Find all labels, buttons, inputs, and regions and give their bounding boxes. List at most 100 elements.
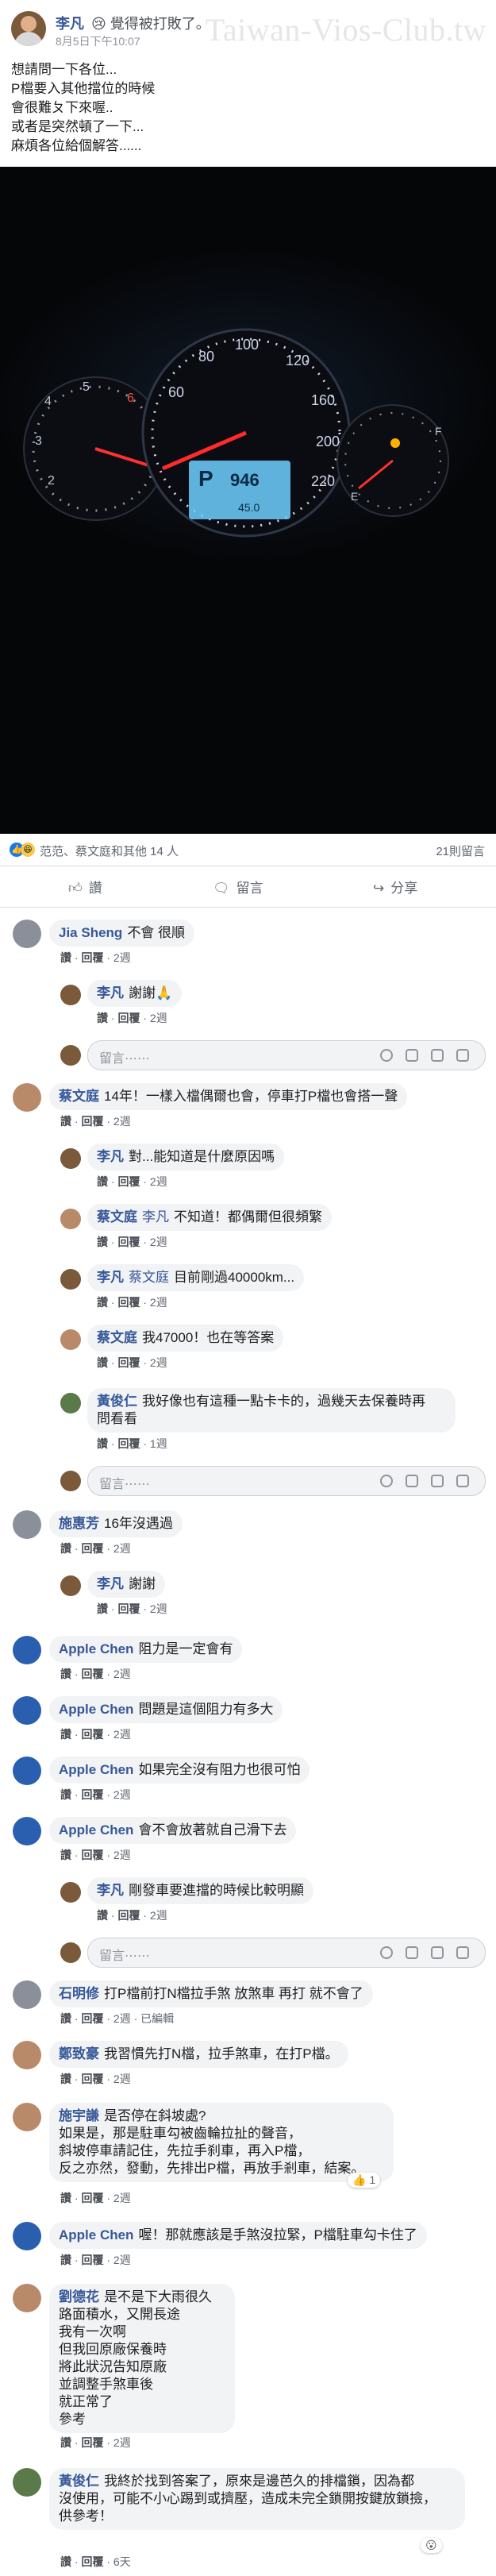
like-link[interactable]: 讚	[60, 951, 71, 964]
comment-bubble: Jia Sheng 不會 很順	[49, 920, 195, 947]
reply-input[interactable]: 留言⋯⋯	[87, 1466, 486, 1496]
gif-icon[interactable]	[431, 1475, 444, 1487]
comment-actions: 讚 · 回覆 · 2週	[97, 1602, 167, 1615]
avatar[interactable]	[13, 2041, 41, 2069]
comment-reactions[interactable]: 👍 1	[348, 2173, 381, 2188]
svg-text:5: 5	[83, 380, 90, 394]
comment-actions: 讚 · 回覆 · 2週	[60, 2073, 131, 2085]
camera-icon[interactable]	[406, 1049, 418, 1062]
comment-actions: 讚 · 回覆 · 2週	[60, 1788, 131, 1801]
like-button[interactable]: 👍︎ 讚	[68, 877, 102, 897]
avatar[interactable]	[60, 1148, 81, 1169]
avatar[interactable]	[60, 1575, 81, 1596]
reply-input[interactable]: 留言⋯⋯	[87, 1040, 486, 1070]
comment-actions: 讚 · 回覆 · 2週	[60, 951, 131, 964]
thumbs-up-icon: 👍︎	[68, 881, 83, 896]
comment-bubble: 蔡文庭 14年！一樣入檔偶爾也會，停車打P檔也會搭一聲	[49, 1083, 408, 1110]
post-date[interactable]: 8月5日下午10:07	[56, 33, 140, 49]
emoji-icon[interactable]	[380, 1475, 393, 1487]
share-button[interactable]: ↪︎ 分享	[373, 877, 417, 897]
emoji-icon[interactable]	[380, 1049, 393, 1062]
svg-text:P: P	[198, 466, 213, 491]
comment-bubble: 鄭致豪 我習慣先打N檔，拉手煞車，在打P檔。	[49, 2041, 348, 2068]
edited-label[interactable]: 已編輯	[140, 2012, 174, 2025]
avatar[interactable]	[13, 1757, 41, 1785]
comment-actions: 讚 · 回覆 · 2週	[97, 1356, 167, 1369]
comment-bubble: 石明修 打P檔前打N檔拉手煞 放煞車 再打 就不會了	[49, 1980, 373, 2007]
comment-actions: 讚 · 回覆 · 2週	[60, 1542, 131, 1555]
avatar[interactable]	[60, 1942, 81, 1963]
comment-bubble: Apple Chen 阻力是一定會有	[49, 1636, 243, 1663]
camera-icon[interactable]	[406, 1475, 418, 1487]
post-photo[interactable]: 4 5 6 3 2 60 80 100 120 160 200 220 P 94…	[0, 167, 496, 834]
svg-text:E: E	[351, 490, 358, 503]
divider	[0, 907, 496, 908]
avatar[interactable]	[60, 1393, 81, 1413]
comment-bubble: Apple Chen 問題是這個阻力有多大	[49, 1696, 283, 1723]
svg-text:220: 220	[311, 473, 335, 489]
camera-icon[interactable]	[406, 1946, 418, 1959]
svg-text:100: 100	[235, 337, 259, 353]
svg-text:80: 80	[198, 349, 214, 364]
reply-bubble: 蔡文庭 李凡 不知道！都偶爾但很頻繁	[87, 1204, 332, 1231]
comment-bubble: 黃俊仁 我終於找到答案了，原來是邊芭久的排檔鎖，因為都 沒使用，可能不小心踢到或擠…	[49, 2468, 465, 2530]
avatar[interactable]	[13, 2103, 41, 2131]
avatar[interactable]	[13, 1696, 41, 1725]
avatar[interactable]	[60, 1269, 81, 1290]
reply-bubble: 李凡 蔡文庭 目前剛過40000km...	[87, 1264, 305, 1291]
svg-text:946: 946	[230, 470, 260, 490]
avatar[interactable]	[13, 2222, 41, 2250]
reply-bubble: 李凡 對...能知道是什麼原因嗎	[87, 1143, 285, 1170]
comment-actions: 讚 · 回覆 · 2週	[97, 1296, 167, 1309]
comment-actions: 讚 · 回覆 · 2週	[60, 2436, 131, 2449]
avatar[interactable]	[13, 2468, 41, 2497]
reply-link[interactable]: 回覆	[81, 951, 103, 964]
comment-actions: 讚 · 回覆 · 6天	[60, 2555, 131, 2568]
author-avatar[interactable]	[11, 11, 46, 46]
avatar[interactable]	[13, 1817, 41, 1845]
emoji-icon[interactable]	[380, 1946, 393, 1959]
avatar[interactable]	[60, 1471, 81, 1491]
comment-actions: 讚 · 回覆 · 2週	[60, 1115, 131, 1128]
avatar[interactable]	[60, 1209, 81, 1229]
speech-bubble-icon: 🗨︎	[213, 881, 230, 896]
avatar[interactable]	[13, 2284, 41, 2312]
comment-bubble: Apple Chen 如果完全沒有阻力也很可怕	[49, 1757, 310, 1784]
reply-bubble: 李凡 謝謝🙏	[87, 980, 183, 1007]
comment-bubble: 施宇謙 是否停在斜坡處? 如果是，那是駐車勾被齒輪拉扯的聲音， 斜坡停車請記住，先…	[49, 2103, 394, 2182]
sticker-icon[interactable]	[456, 1946, 469, 1959]
reply-bubble: 李凡 剛發車要進擋的時候比較明顯	[87, 1877, 313, 1904]
sticker-icon[interactable]	[456, 1475, 469, 1487]
gif-icon[interactable]	[431, 1946, 444, 1959]
comment-actions: 讚 · 回覆 · 2週	[60, 1668, 131, 1680]
comment-reactions[interactable]: 😮	[421, 2538, 442, 2553]
comment-count[interactable]: 21則留言	[436, 843, 485, 859]
comment-actions: 讚 · 回覆 · 2週	[97, 1012, 167, 1024]
avatar[interactable]	[60, 1045, 81, 1066]
svg-text:160: 160	[311, 392, 335, 408]
comment-actions: 讚 · 回覆 · 2週	[60, 1849, 131, 1861]
avatar[interactable]	[13, 1083, 41, 1112]
post-header: 李凡 😢 覺得被打敗了。 8月5日下午10:07 Taiwan-Vios-Clu…	[0, 0, 496, 167]
sticker-icon[interactable]	[456, 1049, 469, 1062]
svg-text:200: 200	[316, 434, 340, 449]
svg-text:60: 60	[168, 384, 184, 400]
avatar[interactable]	[60, 1329, 81, 1350]
comment-actions: 讚 · 回覆 · 2週	[97, 1175, 167, 1188]
avatar[interactable]	[13, 920, 41, 948]
post-author-name[interactable]: 李凡	[56, 16, 84, 32]
comment-bubble: Apple Chen 會不會放著就自己滑下去	[49, 1817, 297, 1844]
svg-text:45.0: 45.0	[238, 501, 260, 514]
avatar[interactable]	[60, 1882, 81, 1903]
reply-bubble: 李凡 謝謝	[87, 1571, 165, 1598]
reply-input[interactable]: 留言⋯⋯	[87, 1938, 486, 1968]
gif-icon[interactable]	[431, 1049, 444, 1062]
avatar[interactable]	[13, 1980, 41, 2009]
avatar[interactable]	[13, 1510, 41, 1539]
comment-button[interactable]: 🗨︎ 留言	[213, 877, 263, 897]
comment-actions: 讚 · 回覆 · 2週	[97, 1236, 167, 1248]
comment-actions: 讚 · 回覆 · 2週	[60, 2192, 131, 2204]
comment-bubble: 施惠芳 16年沒遇過	[49, 1510, 183, 1537]
avatar[interactable]	[60, 985, 81, 1005]
avatar[interactable]	[13, 1636, 41, 1664]
